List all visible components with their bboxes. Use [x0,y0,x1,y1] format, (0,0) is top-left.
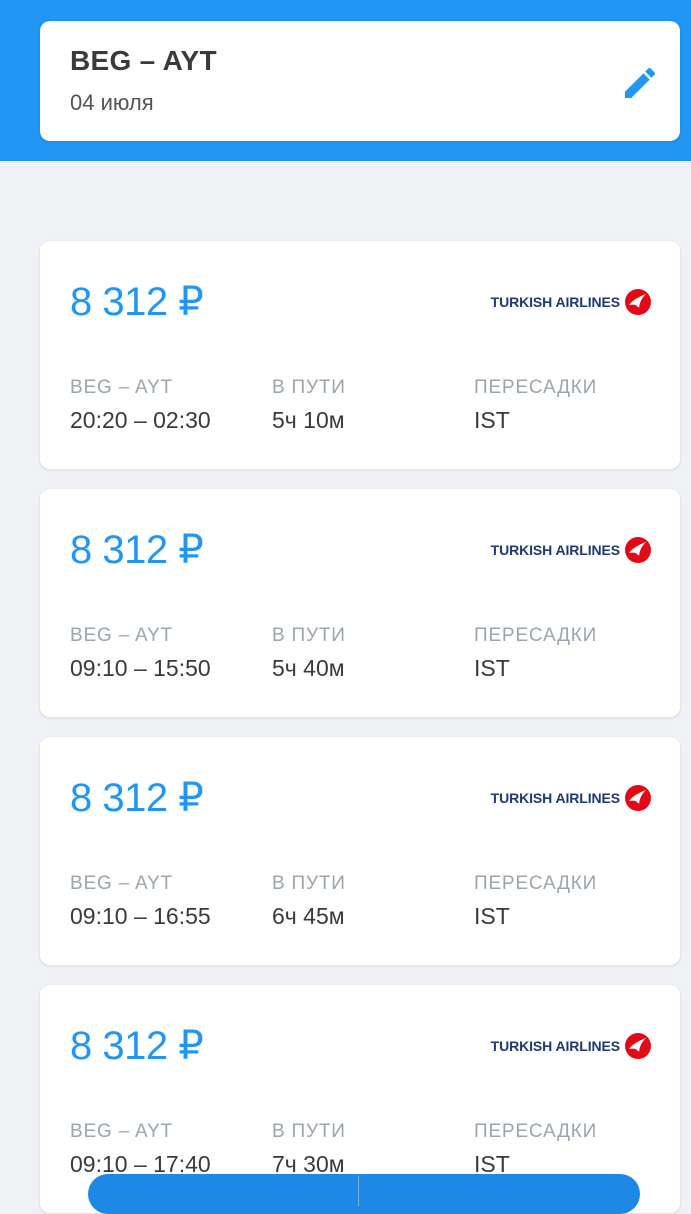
pencil-icon [625,67,656,98]
airline-logo: TURKISH AIRLINES [484,535,652,565]
flight-duration: 5ч 40м [272,655,345,681]
ticket-price: 8 312 ₽ [70,776,204,820]
transfers-label: ПЕРЕСАДКИ [474,625,598,646]
turkish-airlines-logo-icon [625,1033,651,1059]
bottom-action-button[interactable] [88,1174,640,1214]
airline-name: TURKISH AIRLINES [490,1038,620,1054]
turkish-airlines-logo-icon [625,289,651,315]
flight-transfers: IST [474,655,510,681]
ticket-card[interactable]: 8 312 ₽ TURKISH AIRLINES BEG – AYT В ПУТ… [40,737,680,965]
ticket-card[interactable]: 8 312 ₽ TURKISH AIRLINES BEG – AYT В ПУТ… [40,489,680,717]
airline-name: TURKISH AIRLINES [490,790,620,806]
flight-duration: 5ч 10м [272,407,345,433]
ticket-price: 8 312 ₽ [70,1024,204,1068]
search-summary-card[interactable]: BEG – AYT 04 июля [40,21,680,141]
airline-logo: TURKISH AIRLINES [484,1031,652,1061]
duration-label: В ПУТИ [272,625,346,646]
duration-label: В ПУТИ [272,377,346,398]
route-title: BEG – AYT [70,45,217,76]
flight-duration: 6ч 45м [272,903,345,929]
flight-transfers: IST [474,903,510,929]
ticket-price: 8 312 ₽ [70,280,204,324]
route-label: BEG – AYT [70,873,173,894]
edit-search-button[interactable] [618,61,662,105]
flight-times: 20:20 – 02:30 [70,407,211,433]
route-label: BEG – AYT [70,377,173,398]
airline-logo: TURKISH AIRLINES [484,287,652,317]
button-divider [358,1176,359,1206]
flight-transfers: IST [474,407,510,433]
transfers-label: ПЕРЕСАДКИ [474,873,598,894]
route-label: BEG – AYT [70,1121,173,1142]
flight-times: 09:10 – 16:55 [70,903,211,929]
route-date: 04 июля [70,90,154,115]
ticket-card[interactable]: 8 312 ₽ TURKISH AIRLINES BEG – AYT В ПУТ… [40,241,680,469]
duration-label: В ПУТИ [272,1121,346,1142]
ticket-price: 8 312 ₽ [70,528,204,572]
transfers-label: ПЕРЕСАДКИ [474,1121,598,1142]
airline-name: TURKISH AIRLINES [490,294,620,310]
turkish-airlines-logo-icon [625,537,651,563]
route-label: BEG – AYT [70,625,173,646]
transfers-label: ПЕРЕСАДКИ [474,377,598,398]
airline-name: TURKISH AIRLINES [490,542,620,558]
flight-times: 09:10 – 15:50 [70,655,211,681]
turkish-airlines-logo-icon [625,785,651,811]
duration-label: В ПУТИ [272,873,346,894]
airline-logo: TURKISH AIRLINES [484,783,652,813]
